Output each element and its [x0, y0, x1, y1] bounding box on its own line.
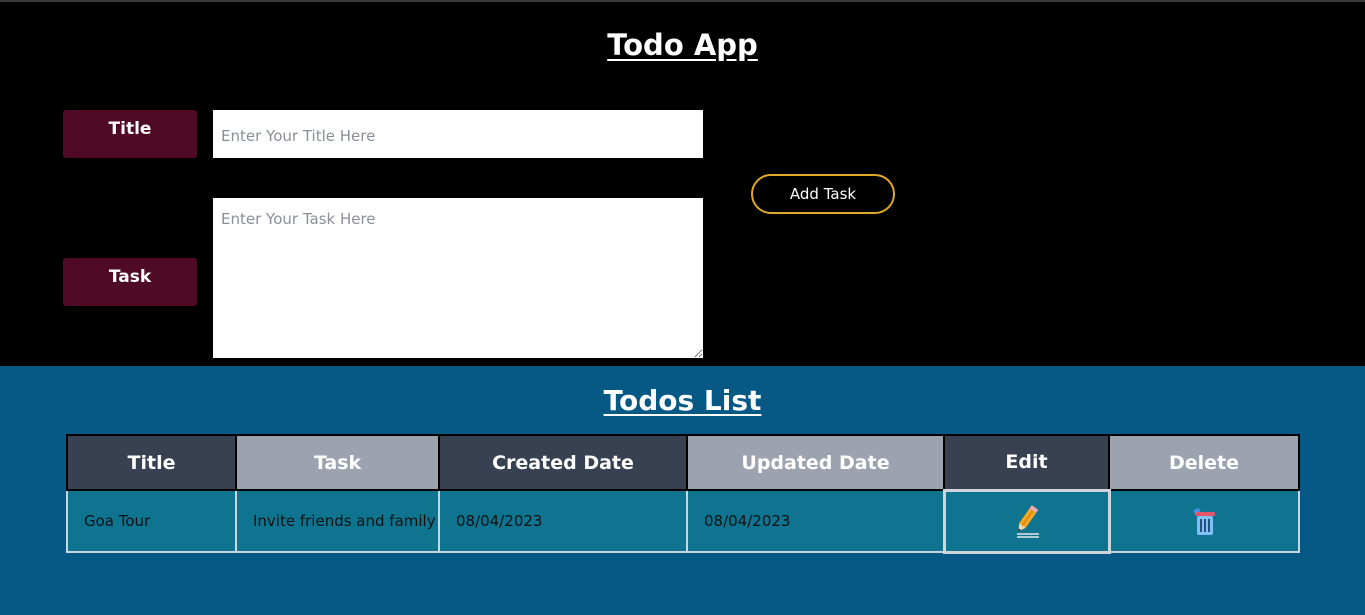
trash-icon[interactable] [1186, 503, 1222, 539]
table-row: Goa Tour Invite friends and family 08/04… [66, 488, 1300, 554]
todo-form-section: Todo App Title Task Add Task [0, 2, 1365, 366]
table-header-row: Title Task Created Date Updated Date Edi… [66, 434, 1300, 491]
title-label: Title [63, 110, 197, 158]
column-header-title: Title [66, 434, 237, 491]
cell-created-date: 08/04/2023 [438, 489, 688, 553]
column-header-delete: Delete [1108, 434, 1300, 491]
todos-table: Title Task Created Date Updated Date Edi… [66, 434, 1300, 554]
list-title: Todos List [603, 384, 762, 417]
add-task-button[interactable]: Add Task [751, 174, 895, 214]
column-header-created-date: Created Date [438, 434, 688, 491]
cell-delete [1108, 489, 1300, 553]
column-header-edit: Edit [943, 434, 1110, 491]
cell-task: Invite friends and family [235, 489, 440, 553]
todos-list-section: Todos List Title Task Created Date Updat… [0, 366, 1365, 615]
column-header-updated-date: Updated Date [686, 434, 945, 491]
cell-edit [942, 488, 1111, 554]
app-title: Todo App [607, 28, 758, 62]
column-header-task: Task [235, 434, 440, 491]
title-input[interactable] [213, 110, 703, 158]
task-label: Task [63, 258, 197, 306]
cell-title: Goa Tour [66, 489, 237, 553]
task-textarea[interactable] [213, 198, 703, 358]
pencil-icon[interactable] [1009, 503, 1045, 539]
cell-updated-date: 08/04/2023 [686, 489, 945, 553]
